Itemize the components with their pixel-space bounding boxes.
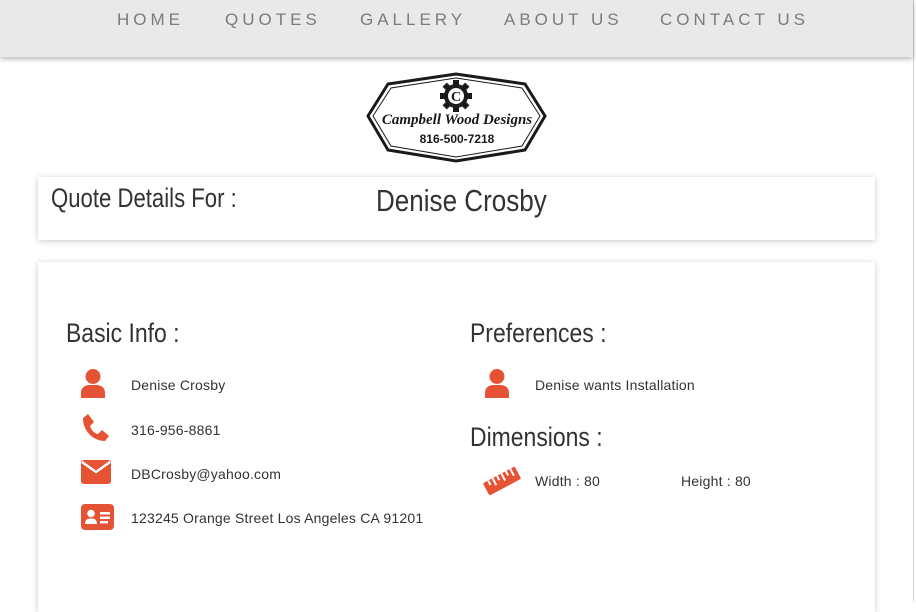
customer-address-value: 123245 Orange Street Los Angeles CA 9120…: [131, 510, 424, 526]
logo-letter: C: [451, 90, 461, 105]
dimensions-heading: Dimensions :: [470, 422, 603, 452]
phone-icon: [80, 413, 110, 448]
dimension-width-value: Width : 80: [535, 473, 601, 489]
customer-name-value: Denise Crosby: [131, 377, 226, 393]
user-icon: [484, 368, 510, 405]
campbell-wood-designs-logo[interactable]: C Campbell Wood Designs 816-500-7218: [364, 71, 549, 165]
quote-details-label: Quote Details For :: [51, 183, 237, 213]
nav-contact-us-link[interactable]: CONTACT US: [660, 10, 809, 30]
ruler-icon: [483, 466, 521, 501]
customer-phone-value: 316-956-8861: [131, 422, 221, 438]
quote-customer-name: Denise Crosby: [376, 183, 547, 218]
installation-preference-value: Denise wants Installation: [535, 377, 695, 393]
page-edge-divider: [913, 0, 914, 601]
preferences-heading: Preferences :: [470, 318, 607, 348]
logo-company-name: Campbell Wood Designs: [382, 112, 532, 128]
nav-about-us-link[interactable]: ABOUT US: [504, 10, 623, 30]
customer-email-value[interactable]: DBCrosby@yahoo.com: [131, 466, 281, 482]
user-icon: [80, 368, 106, 405]
nav-quotes-link[interactable]: QUOTES: [225, 10, 321, 30]
nav-gallery-link[interactable]: GALLERY: [360, 10, 466, 30]
logo-badge: C Campbell Wood Designs 816-500-7218: [366, 72, 547, 163]
nav-home-link[interactable]: HOME: [117, 10, 184, 30]
basic-info-heading: Basic Info :: [66, 318, 180, 348]
dimension-height-value: Height : 80: [681, 473, 751, 489]
logo-phone: 816-500-7218: [420, 132, 495, 146]
envelope-icon: [81, 460, 111, 489]
quote-title-card: Quote Details For : Denise Crosby: [38, 177, 875, 240]
id-card-icon: [81, 504, 114, 535]
top-nav: HOME QUOTES GALLERY ABOUT US CONTACT US: [0, 0, 913, 57]
quote-detail-card: Basic Info : Denise Crosby 316-956-8861 …: [38, 262, 875, 612]
